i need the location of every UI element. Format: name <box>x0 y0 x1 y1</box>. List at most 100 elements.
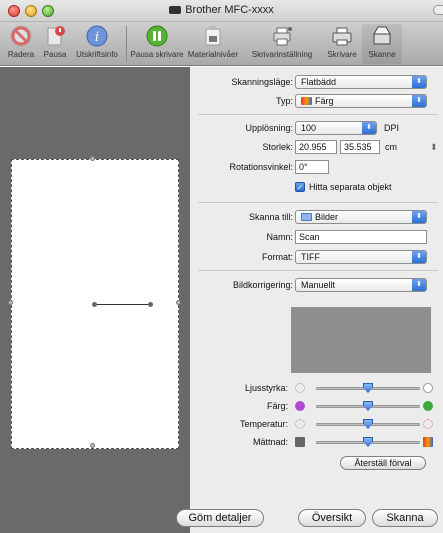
toolbar-pause-printer-button[interactable]: Pausa skrivare <box>129 24 185 59</box>
rotation-row: Rotationsvinkel: 0° <box>190 160 443 176</box>
temperature-label: Temperatur: <box>239 419 288 429</box>
reset-defaults-button[interactable]: Återställ förval <box>340 456 426 470</box>
brightness-row: Ljusstyrka: <box>190 381 443 395</box>
divider <box>198 202 438 203</box>
toolbar-printer-setup-button[interactable]: Skrivarinställning <box>242 24 322 59</box>
format-value: TIFF <box>301 252 320 262</box>
toolbar-separator <box>126 26 127 62</box>
size-unit: cm <box>385 142 397 152</box>
scanner-icon <box>373 26 391 45</box>
scan-to-label: Skanna till: <box>248 212 293 222</box>
toolbar-info-button[interactable]: i Utskriftsinfo <box>72 24 122 59</box>
saturation-label: Mättnad: <box>252 437 288 447</box>
saturation-high-icon <box>423 437 433 447</box>
size-height-value: 35.535 <box>344 142 372 152</box>
temperature-row: Temperatur: <box>190 417 443 431</box>
hide-details-button[interactable]: Göm detaljer <box>176 509 264 527</box>
scan-settings-panel: Skanningsläge: Flatbädd ⬍ Typ: Färg ⬍ Up… <box>176 67 443 533</box>
toolbar-scanner-label: Skanne <box>368 50 396 59</box>
brightness-label: Ljusstyrka: <box>244 383 288 393</box>
detect-items-checkbox[interactable]: ✓ <box>295 182 305 192</box>
pause-printer-icon <box>146 25 168 47</box>
selection-handle-left[interactable] <box>8 300 13 305</box>
size-label: Storlek: <box>262 142 293 152</box>
size-width-input[interactable]: 20.955 <box>295 140 337 154</box>
temperature-cool-icon <box>295 419 305 429</box>
toolbar-supply-levels-label: Materialnivåer <box>187 50 239 59</box>
toolbar-info-label: Utskriftsinfo <box>76 50 118 59</box>
scan-to-value: Bilder <box>315 212 339 222</box>
rotation-value: 0° <box>299 162 308 172</box>
format-select[interactable]: TIFF ⬍ <box>295 250 427 264</box>
detect-items-label: Hitta separata objekt <box>309 182 392 192</box>
printer-title-icon <box>169 6 182 15</box>
selection-handle-top[interactable] <box>90 156 95 161</box>
saturation-slider[interactable] <box>316 437 420 447</box>
color-slider[interactable] <box>316 401 420 411</box>
type-select[interactable]: Färg ⬍ <box>295 94 427 108</box>
chevron-updown-icon: ⬍ <box>412 95 426 107</box>
toolbar-printer-button[interactable]: Skrivare <box>322 24 362 59</box>
image-correction-select[interactable]: Manuellt ⬍ <box>295 278 427 292</box>
scan-mode-select[interactable]: Flatbädd ⬍ <box>295 75 427 89</box>
brightness-slider[interactable] <box>316 383 420 393</box>
type-label: Typ: <box>275 96 293 106</box>
toolbar-pause-job-label: Pausa <box>43 50 67 59</box>
scan-button[interactable]: Skanna <box>372 509 438 527</box>
size-unit-stepper-icon[interactable]: ⬍ <box>430 142 438 153</box>
name-label: Namn: <box>266 232 293 242</box>
pause-job-icon <box>47 26 65 46</box>
brightness-high-icon <box>423 383 433 393</box>
printer-icon <box>332 27 352 46</box>
color-row: Färg: <box>190 399 443 413</box>
toolbar-printer-label: Skrivare <box>327 50 357 59</box>
toolbar-pause-printer-label: Pausa skrivare <box>130 50 184 59</box>
temperature-slider-knob[interactable] <box>363 419 373 429</box>
name-input[interactable]: Scan <box>295 230 427 244</box>
selection-handle-bottom[interactable] <box>90 443 95 448</box>
rotation-center-dot[interactable] <box>92 302 97 307</box>
rotation-handle-dot[interactable] <box>148 302 153 307</box>
window-title: Brother MFC-xxxx <box>185 4 274 16</box>
scan-to-row: Skanna till: Bilder ⬍ <box>190 210 443 226</box>
histogram-preview <box>291 307 431 373</box>
selection-handle-right[interactable] <box>176 300 181 305</box>
format-label: Format: <box>261 252 293 262</box>
divider <box>198 114 438 115</box>
image-correction-label: Bildkorrigering: <box>232 280 293 290</box>
brightness-slider-knob[interactable] <box>363 383 373 393</box>
chevron-updown-icon: ⬍ <box>412 211 426 223</box>
overview-button[interactable]: Översikt <box>298 509 366 527</box>
temperature-warm-icon <box>423 419 433 429</box>
scan-to-select[interactable]: Bilder ⬍ <box>295 210 427 224</box>
title-bar: Brother MFC-xxxx <box>0 0 443 22</box>
size-width-value: 20.955 <box>299 142 327 152</box>
resolution-row: Upplösning: 100 ⬍ DPI <box>190 121 443 137</box>
toolbar-toggle-button[interactable] <box>433 5 443 15</box>
toolbar-supply-levels-button[interactable]: Materialnivåer <box>186 24 240 59</box>
chevron-updown-icon: ⬍ <box>362 122 376 134</box>
color-swatch-icon <box>301 97 312 105</box>
rotation-input[interactable]: 0° <box>295 160 329 174</box>
scan-preview-panel <box>0 67 190 533</box>
temperature-slider[interactable] <box>316 419 420 429</box>
scan-selection-area[interactable] <box>8 156 181 449</box>
toolbar-printer-setup-label: Skrivarinställning <box>251 50 313 59</box>
scan-mode-row: Skanningsläge: Flatbädd ⬍ <box>190 75 443 91</box>
resolution-select[interactable]: 100 ⬍ <box>295 121 377 135</box>
name-row: Namn: Scan <box>190 230 443 246</box>
toolbar-delete-button[interactable]: Radera <box>2 24 40 59</box>
type-value: Färg <box>315 96 334 106</box>
type-row: Typ: Färg ⬍ <box>190 94 443 110</box>
toolbar-pause-job-button[interactable]: Pausa <box>38 24 72 59</box>
toolbar-scanner-button[interactable]: Skanne <box>362 24 402 64</box>
folder-icon <box>301 213 312 221</box>
saturation-slider-knob[interactable] <box>363 437 373 447</box>
chevron-updown-icon: ⬍ <box>412 279 426 291</box>
color-slider-knob[interactable] <box>363 401 373 411</box>
rotation-label: Rotationsvinkel: <box>229 162 293 172</box>
color-high-icon <box>423 401 433 411</box>
size-height-input[interactable]: 35.535 <box>340 140 380 154</box>
printer-setup-icon <box>273 27 292 46</box>
color-label: Färg: <box>266 401 288 411</box>
